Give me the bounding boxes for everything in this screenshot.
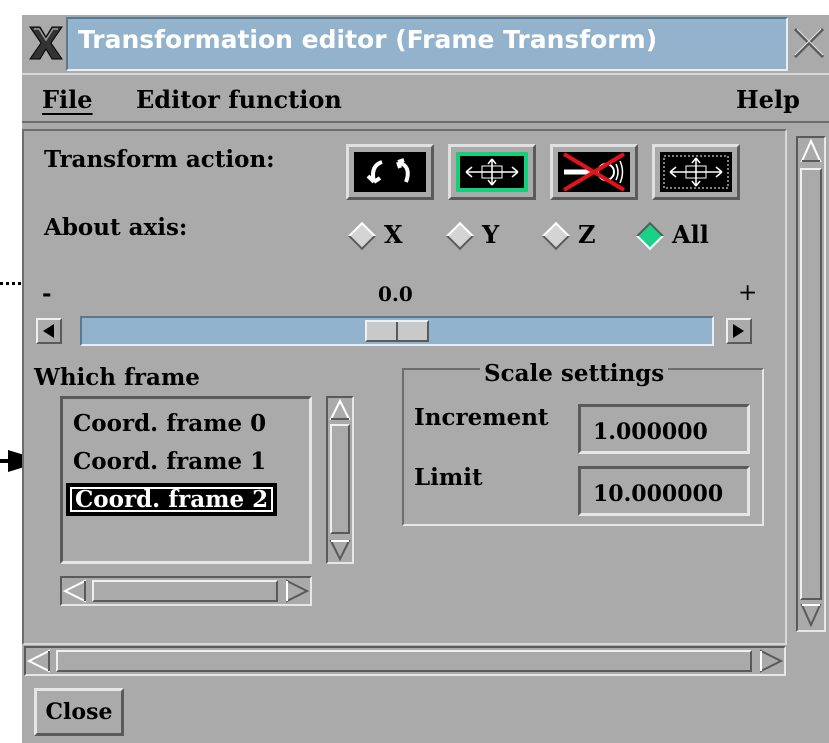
scroll-left-icon[interactable] — [26, 648, 52, 674]
limit-field[interactable]: 10.000000 — [578, 466, 750, 516]
close-button[interactable]: Close — [34, 688, 124, 736]
slider-thumb[interactable] — [365, 320, 429, 342]
panel-hscroll[interactable] — [24, 646, 786, 676]
resize-arrows-icon — [663, 155, 729, 189]
frame-list-vscroll[interactable] — [326, 396, 354, 564]
arrow-right-icon — [733, 324, 744, 338]
axis-x-label: X — [384, 220, 403, 249]
menu-editor-function[interactable]: Editor function — [136, 85, 342, 114]
title-bar: Transformation editor (Frame Transform) — [22, 15, 829, 71]
slider-value: 0.0 — [378, 282, 413, 306]
scroll-right-icon[interactable] — [758, 648, 784, 674]
about-axis-label: About axis: — [44, 214, 188, 241]
axis-all-label: All — [672, 220, 709, 249]
menu-file-label: File — [42, 85, 93, 114]
slider-left-arrow[interactable] — [36, 318, 62, 344]
panel-hscroll-thumb[interactable] — [56, 650, 752, 672]
rotate-button[interactable] — [346, 144, 434, 200]
which-frame-label: Which frame — [34, 364, 200, 391]
window-title: Transformation editor (Frame Transform) — [78, 25, 658, 54]
slider-minus-label: - — [42, 280, 52, 307]
window-menu-x-icon[interactable] — [26, 23, 66, 63]
frame-list-vscroll-thumb[interactable] — [330, 424, 350, 534]
frame-list-hscroll-thumb[interactable] — [92, 580, 278, 602]
menu-bar: File Editor function Help — [22, 73, 829, 123]
list-item-selected[interactable]: Coord. frame 2 — [66, 483, 278, 516]
title-field: Transformation editor (Frame Transform) — [66, 17, 788, 71]
menu-help[interactable]: Help — [736, 85, 800, 114]
frame-list-hscroll[interactable] — [60, 576, 312, 606]
list-item[interactable]: Coord. frame 0 — [69, 409, 270, 438]
slider-plus-label: + — [738, 280, 758, 306]
increment-field[interactable]: 1.000000 — [578, 404, 750, 454]
menu-help-label: Help — [736, 85, 800, 114]
menu-editor-function-label: Editor function — [136, 85, 342, 114]
axis-z-label: Z — [578, 220, 596, 249]
increment-label: Increment — [414, 404, 549, 431]
arrow-left-icon — [43, 324, 54, 338]
scroll-up-icon[interactable] — [799, 138, 823, 164]
menu-file[interactable]: File — [42, 85, 93, 114]
list-item[interactable]: Coord. frame 1 — [69, 447, 270, 476]
scale-disabled-button[interactable] — [550, 144, 638, 200]
scroll-down-icon[interactable] — [328, 538, 352, 562]
value-slider[interactable] — [80, 316, 714, 346]
window-close-icon[interactable] — [791, 25, 827, 61]
scroll-right-icon[interactable] — [284, 578, 310, 604]
resize-button[interactable] — [652, 144, 740, 200]
scale-settings-title: Scale settings — [480, 360, 669, 387]
rotate-arrows-icon — [366, 158, 410, 184]
translate-arrows-icon — [465, 158, 519, 186]
transform-action-label: Transform action: — [44, 146, 275, 173]
axis-y-label: Y — [482, 220, 500, 249]
slider-right-arrow[interactable] — [726, 318, 752, 344]
scroll-left-icon[interactable] — [62, 578, 88, 604]
panel-vscroll[interactable] — [796, 136, 826, 632]
scroll-up-icon[interactable] — [328, 398, 352, 422]
no-scale-icon — [562, 152, 626, 192]
translate-button[interactable] — [448, 144, 536, 200]
frame-list: Coord. frame 0 Coord. frame 1 Coord. fra… — [60, 396, 312, 564]
scroll-down-icon[interactable] — [799, 602, 823, 628]
limit-label: Limit — [414, 464, 483, 491]
panel-vscroll-thumb[interactable] — [800, 168, 822, 600]
